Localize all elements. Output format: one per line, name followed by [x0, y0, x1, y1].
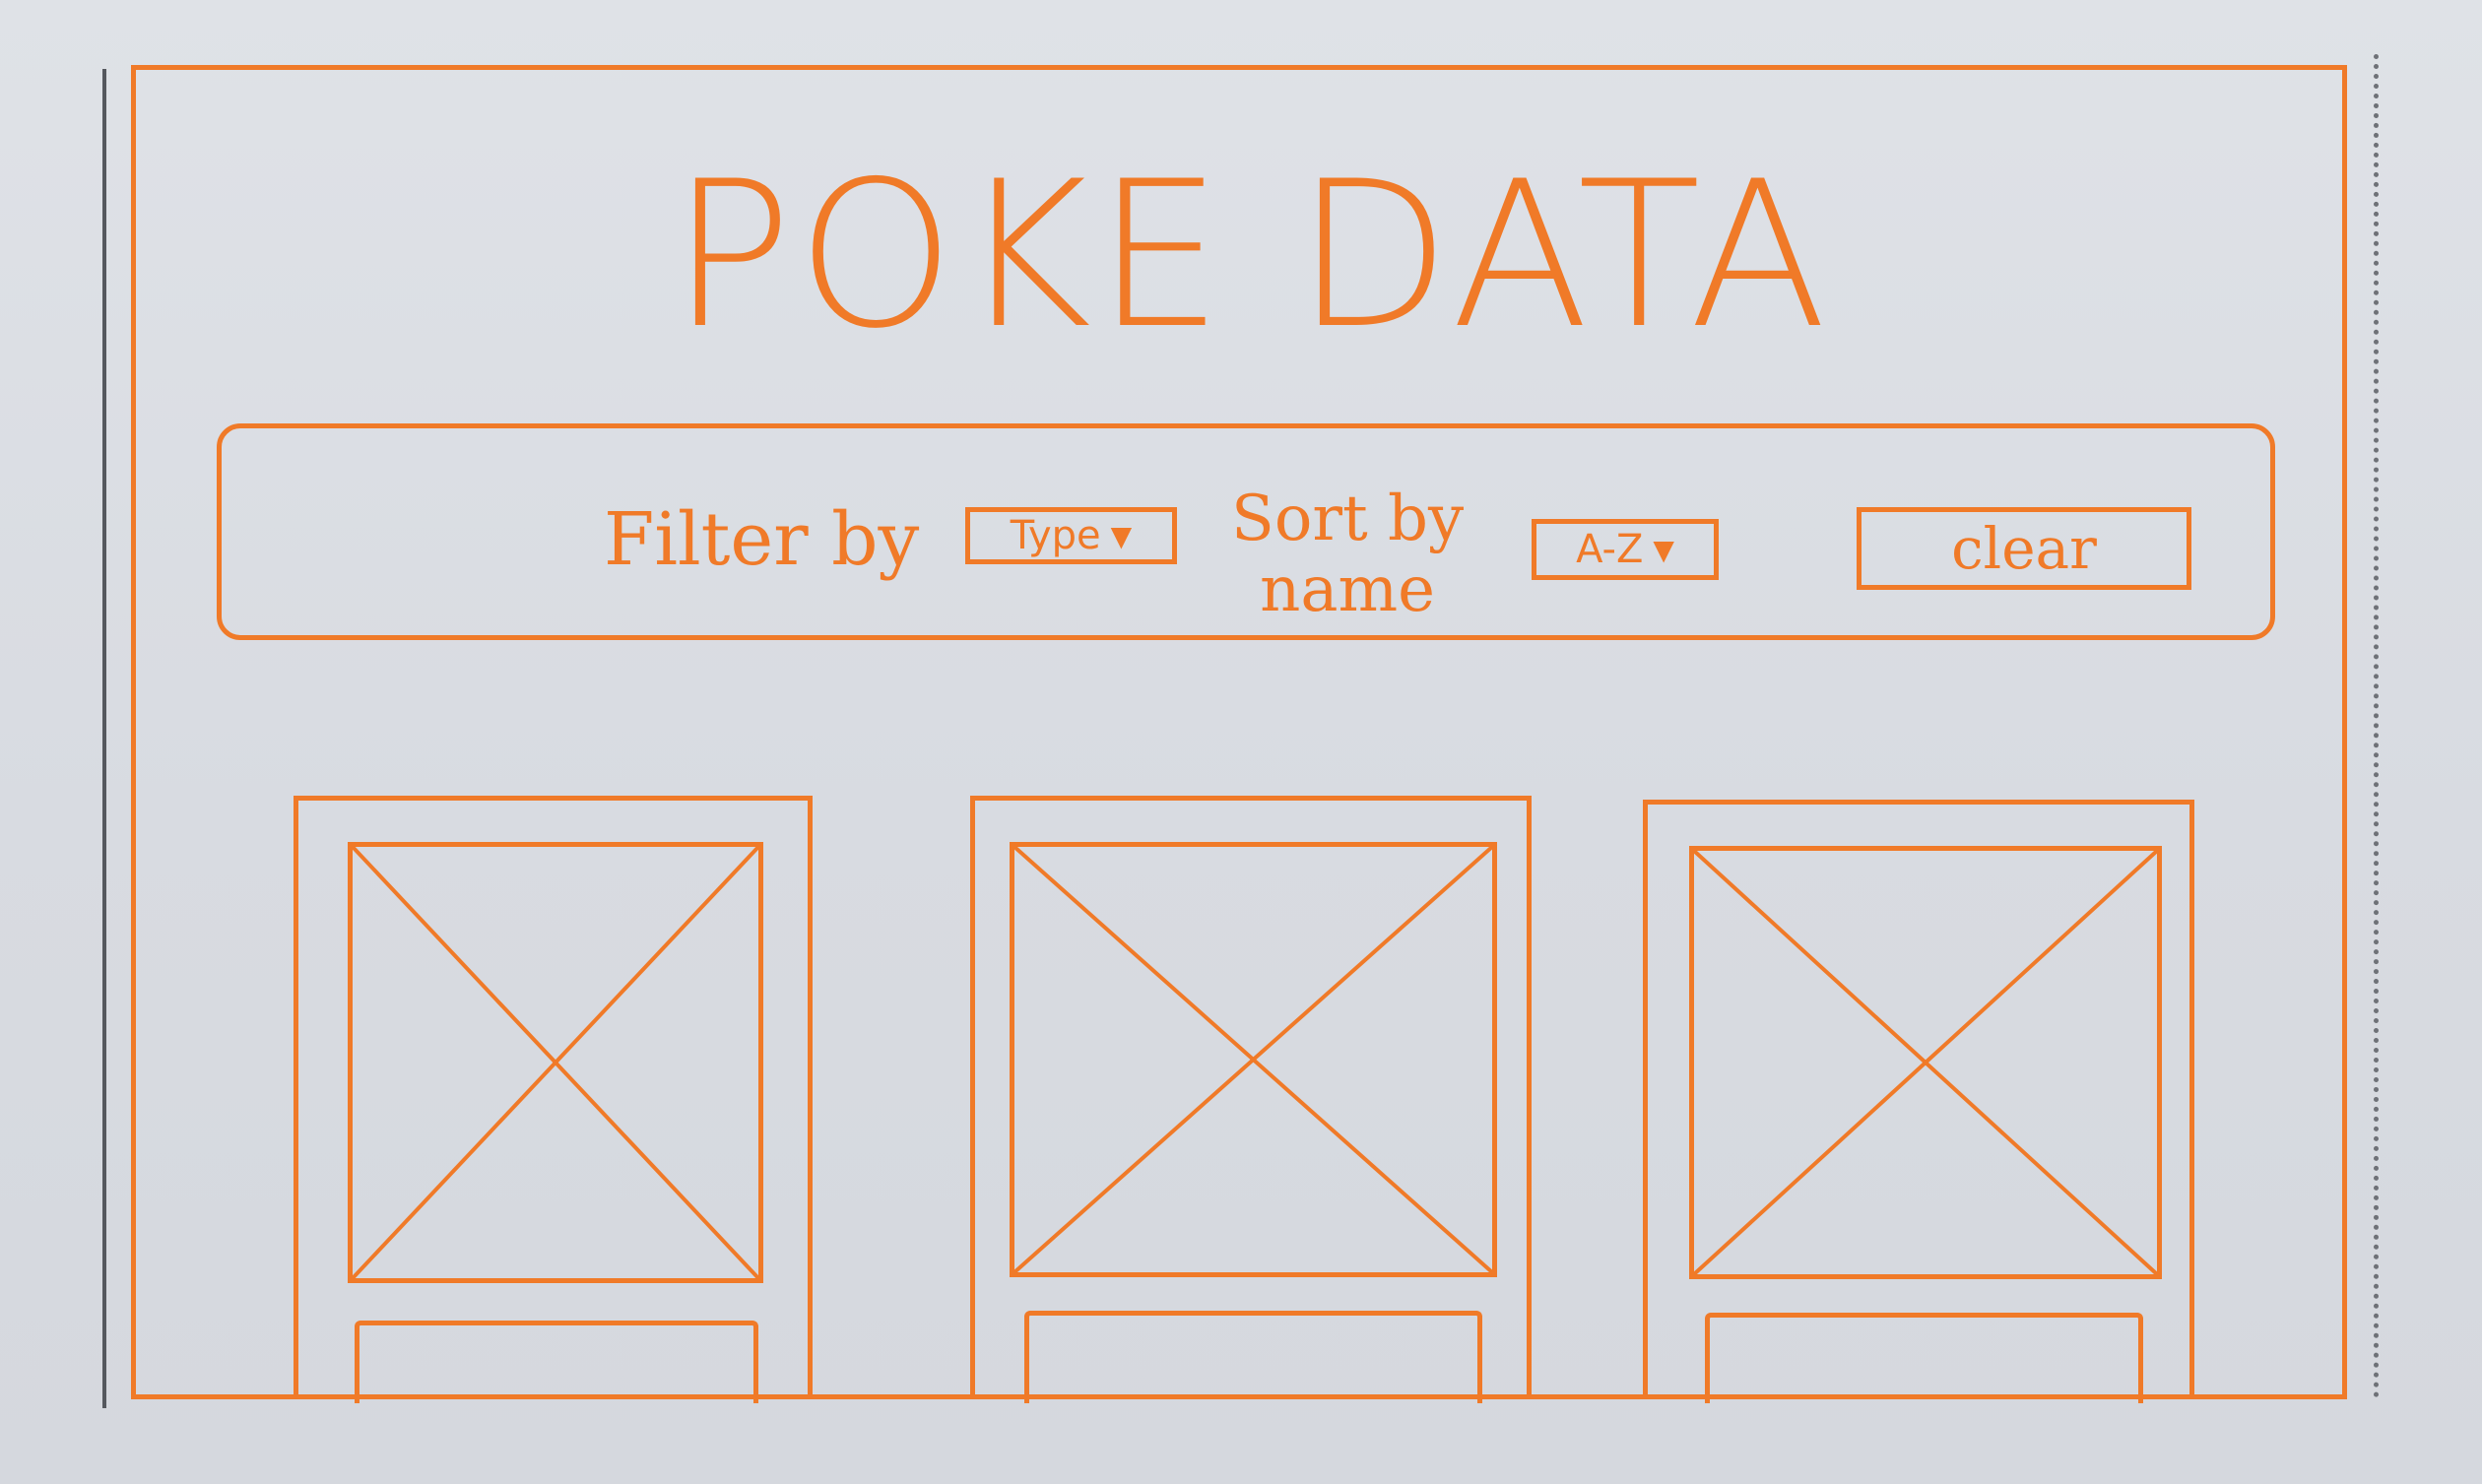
type-filter-value: Type: [1010, 513, 1101, 558]
image-placeholder-icon: [1010, 842, 1497, 1277]
filter-label: Filter by: [604, 497, 920, 582]
sort-label-line-1: Sort by: [1231, 483, 1465, 555]
paper-perforation-line: [2374, 54, 2379, 1398]
card-caption-box: [1705, 1313, 2143, 1403]
chevron-down-icon: ▼: [1110, 519, 1133, 552]
sort-order-value: A-Z: [1576, 527, 1644, 572]
card-caption-box: [355, 1321, 758, 1403]
card-caption-box: [1024, 1311, 1482, 1403]
image-placeholder-icon: [348, 842, 763, 1283]
pokemon-card[interactable]: [294, 796, 813, 1403]
type-filter-select[interactable]: Type ▼: [965, 507, 1177, 564]
chevron-down-icon: ▼: [1653, 533, 1674, 566]
sort-label: Sort by name: [1231, 484, 1464, 625]
clear-button[interactable]: clear: [1857, 507, 2191, 590]
pokemon-card[interactable]: [1643, 800, 2194, 1403]
pokemon-card[interactable]: [970, 796, 1532, 1403]
page-title: POKE DATA: [670, 139, 1832, 373]
image-placeholder-icon: [1689, 846, 2162, 1279]
sort-order-select[interactable]: A-Z ▼: [1532, 519, 1719, 580]
sort-label-line-2: name: [1260, 553, 1436, 626]
filter-toolbar: Filter by Type ▼ Sort by name A-Z ▼ clea…: [217, 423, 2275, 640]
paper-margin-line: [102, 69, 106, 1408]
